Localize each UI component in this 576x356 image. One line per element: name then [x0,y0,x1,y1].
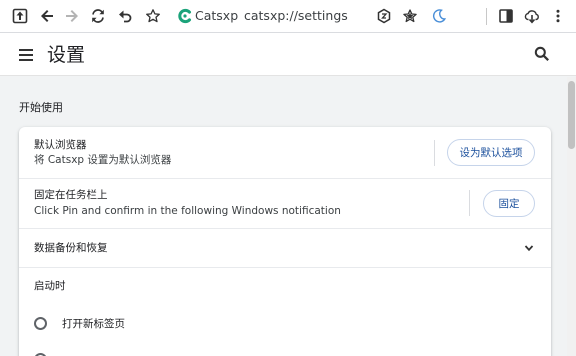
section-title: 开始使用 [19,101,63,114]
toolbar-separator [486,8,487,25]
night-mode-icon[interactable] [429,6,449,26]
backup-restore-row[interactable]: 数据备份和恢复 [19,229,551,268]
sidebar-toggle-icon[interactable] [496,6,516,26]
sync-icon[interactable] [88,6,108,26]
page-title: 设置 [47,44,86,66]
more-menu-icon[interactable] [548,6,568,26]
browser-toolbar: Catsxp catsxp://settings [0,0,576,33]
undo-icon[interactable] [115,6,135,26]
settings-header: 设置 [0,33,576,76]
set-default-button[interactable]: 设为默认选项 [447,139,535,166]
address-bar-url[interactable]: catsxp://settings [244,8,348,24]
pin-taskbar-title: 固定在任务栏上 [34,189,108,201]
row-divider [434,140,435,166]
catsxp-logo-icon [178,8,191,24]
radio-new-tab[interactable] [34,317,47,330]
row-divider [469,190,470,216]
search-icon[interactable] [533,45,551,63]
pin-taskbar-row: 固定在任务栏上 Click Pin and confirm in the fol… [19,179,551,229]
shield-icon[interactable] [374,6,394,26]
scrollbar-thumb[interactable] [568,81,575,149]
hamburger-menu-icon[interactable] [17,45,37,65]
bookmark-star-icon[interactable] [143,6,163,26]
chevron-down-icon[interactable] [523,242,535,254]
default-browser-title: 默认浏览器 [34,139,87,151]
pin-taskbar-subtitle: Click Pin and confirm in the following W… [34,205,341,217]
favorite-star-icon[interactable] [400,6,420,26]
radio-label-new-tab: 打开新标签页 [62,318,125,330]
pin-button[interactable]: 固定 [483,190,535,217]
back-icon[interactable] [37,6,57,26]
default-browser-subtitle: 将 Catsxp 设置为默认浏览器 [34,154,172,166]
startup-title: 启动时 [34,280,66,292]
download-icon[interactable] [522,6,542,26]
brand-name: Catsxp [195,8,239,23]
app-menu-icon[interactable] [10,6,30,26]
default-browser-row: 默认浏览器 将 Catsxp 设置为默认浏览器 设为默认选项 [19,127,551,179]
backup-restore-title: 数据备份和恢复 [34,242,108,254]
scrollbar[interactable] [567,77,576,356]
forward-icon[interactable] [62,6,82,26]
settings-card: 默认浏览器 将 Catsxp 设置为默认浏览器 设为默认选项 固定在任务栏上 C… [19,127,551,356]
